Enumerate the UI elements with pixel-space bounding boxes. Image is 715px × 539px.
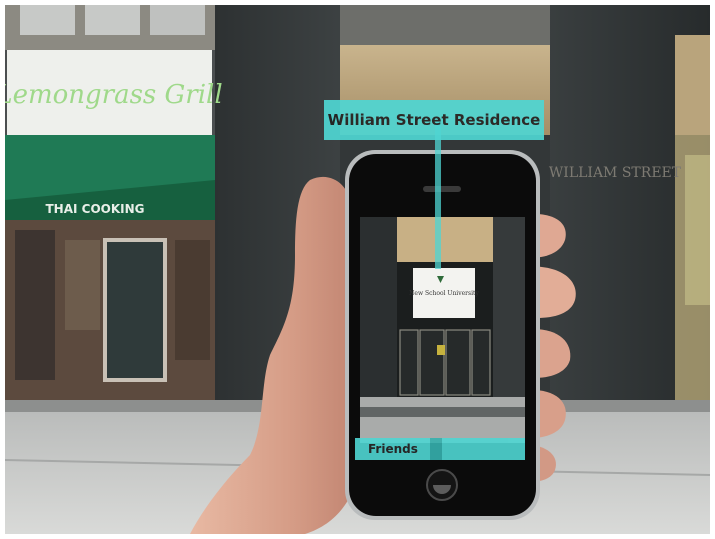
ar-pointer-line [435,122,441,269]
screen-banner-text: New School University [409,290,479,297]
phone-screen: New School University [360,217,525,443]
sign-text: Lemongrass Grill [5,80,223,110]
ar-location-label-text: William Street Residence [327,111,541,129]
awning-text: THAI COOKING [45,202,144,216]
phone-device: New School University [345,150,540,520]
building-plaque: WILLIAM STREET [549,165,682,181]
friends-marker-icon[interactable] [430,438,442,460]
speaker-slot [423,186,461,192]
friends-bar-label: Friends [368,442,418,456]
ar-photo-scene: Lemongrass Grill THAI COOKING WILLIAM ST… [5,5,710,534]
ar-location-label[interactable]: William Street Residence [324,100,544,140]
friends-bar[interactable]: Friends [355,438,525,460]
